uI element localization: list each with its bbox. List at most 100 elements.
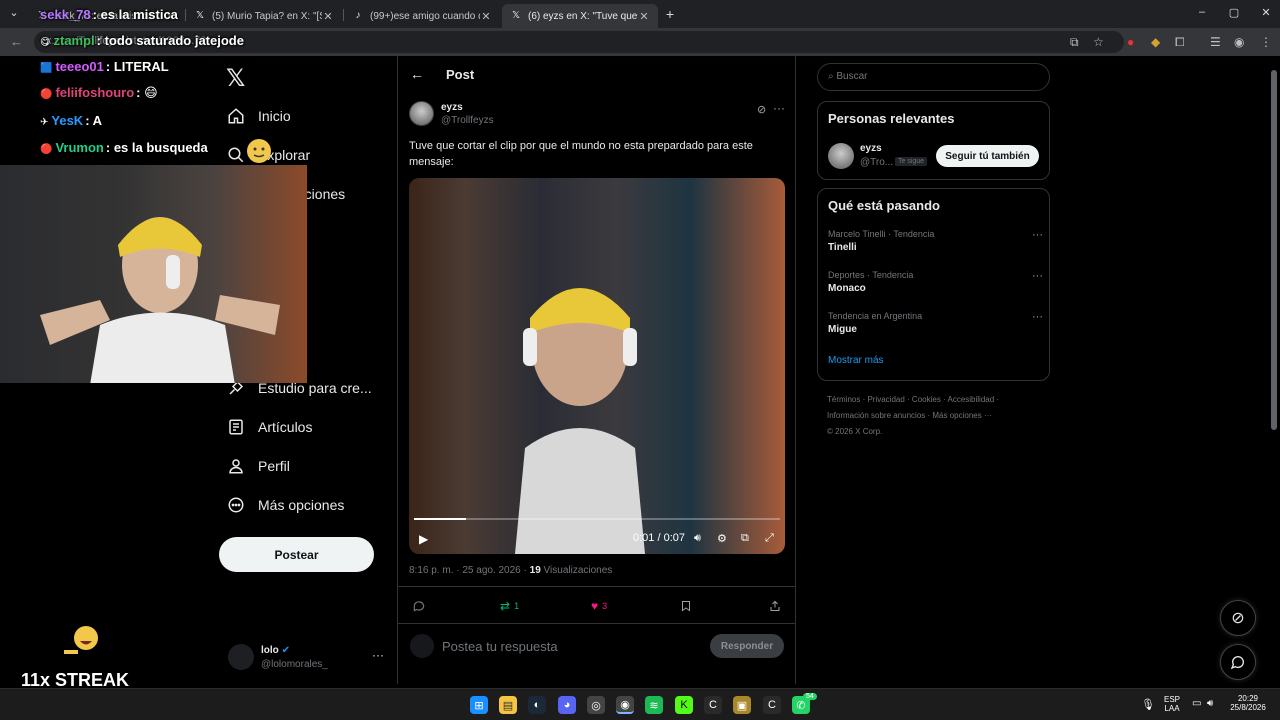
nav-home[interactable]: Inicio [226,103,291,129]
reply-icon [413,601,425,612]
app-c-icon[interactable]: C [763,696,781,714]
author-handle[interactable]: @Trollfeyzs [441,115,494,126]
volume-icon[interactable]: 🔊︎ [1207,698,1213,709]
search-input[interactable]: ⌕ Buscar [817,63,1050,91]
bookmark-star-icon[interactable]: ☆ [1093,35,1104,49]
chat-message: ✈ YesK: A [40,113,103,128]
steam-icon[interactable]: ◐ [528,696,546,714]
relevant-user-name[interactable]: eyzs [860,143,882,154]
video-player[interactable]: ▶ 0:01 / 0:07 🔊︎ ⚙ ⧉ ⤢ [409,178,785,554]
profile-avatar-icon[interactable]: ◉ [1234,35,1244,49]
ccleaner-icon[interactable]: C [704,696,722,714]
tab-list-button[interactable]: ⌄ [2,6,26,19]
streamer-webcam [0,165,307,383]
install-app-icon[interactable]: ⧉ [1070,35,1079,50]
back-arrow-icon[interactable]: ← [410,66,424,82]
grok-icon[interactable]: ⊘ [757,103,766,116]
kick-icon[interactable]: K [675,696,693,714]
settings-gear-icon[interactable]: ⚙ [717,532,727,545]
reply-input[interactable]: Postea tu respuesta [442,639,558,654]
new-tab-button[interactable]: + [658,6,682,22]
views-count: 19 [529,565,541,576]
nav-profile[interactable]: Perfil [226,453,290,479]
chat-message: 😋 ztampl: todo saturado jatejode [40,33,244,48]
play-icon[interactable]: ▶ [419,532,428,546]
author-avatar[interactable] [409,101,434,126]
like-action[interactable]: ♥ 3 [591,599,607,613]
main-column: ← Post eyzs @Trollfeyzs ⊘ ··· Tuve que c… [397,56,796,684]
browser-menu-icon[interactable]: ⋮ [1260,35,1272,49]
chat-message: 🔴 feliifoshouro: 😄 [40,85,158,100]
discord-icon[interactable]: ◕ [558,696,576,714]
extension-red-icon[interactable]: ● [1127,35,1134,49]
page-title: Post [446,67,475,82]
video-progress-bar[interactable] [414,518,780,520]
trend-more-icon[interactable]: ··· [1032,229,1043,241]
tiktok-icon: ♪ [355,10,361,21]
trend-item[interactable]: Deportes · Tendencia Monaco ··· [828,270,1043,300]
x-logo-icon[interactable]: 𝕏 [226,64,245,93]
share-action[interactable] [769,599,781,613]
tab-4-active[interactable]: 𝕏 (6) eyzs en X: "Tuve que cortar el ✕ [502,4,658,28]
relevant-user-handle[interactable]: @Tro... [860,157,893,168]
trend-more-icon[interactable]: ··· [1032,311,1043,323]
tab-2[interactable]: 𝕏 (5) Murio Tapia? en X: "[SERIO] ✕ [186,4,342,28]
account-switcher[interactable]: lolo ✔ @lolomorales_ ··· [228,642,388,676]
relevant-people-panel: Personas relevantes eyzs @Tro... Te sigu… [817,101,1050,180]
follow-button[interactable]: Seguir tú también [936,145,1039,167]
avatar[interactable] [828,143,854,169]
chrome-icon[interactable]: ◉ [616,696,634,714]
spotify-icon[interactable]: ≋ [645,696,663,714]
nav-articles[interactable]: Artículos [226,414,312,440]
grok-float-button[interactable]: ⊘ [1220,600,1256,636]
fullscreen-icon[interactable]: ⤢ [765,532,774,545]
trend-item[interactable]: Tendencia en Argentina Migue ··· [828,311,1043,341]
windows-taskbar: ⊞ ▤ ◐ ◕ ◎ ◉ ≋ K C ▣ C ✆ 54 🎙︎ ESP LAA ▭ … [0,688,1280,720]
post-more-icon[interactable]: ··· [773,101,785,115]
chat-bubble-icon [1230,656,1244,670]
file-explorer-icon[interactable]: ▤ [499,696,517,714]
pip-icon[interactable]: ⧉ [741,532,749,545]
tab-3[interactable]: ♪ (99+)ese amigo cuando quiere ✕ [344,4,500,28]
close-tab-icon[interactable]: ✕ [480,10,492,23]
show-more-link[interactable]: Mostrar más [828,355,884,366]
x-logo-icon: 𝕏 [195,10,205,21]
author-name[interactable]: eyzs [441,102,463,113]
reply-action[interactable] [412,599,430,613]
account-handle: @lolomorales_ [261,659,328,670]
clock[interactable]: 20:29 25/8/2026 [1228,694,1268,712]
close-tab-icon[interactable]: ✕ [638,10,650,23]
volume-icon[interactable]: 🔊︎ [694,532,701,545]
microphone-icon[interactable]: 🎙︎ [1141,698,1155,711]
app-icon[interactable]: ▣ [733,696,751,714]
bookmark-action[interactable] [680,599,692,613]
extension-yellow-icon[interactable]: ◆ [1151,35,1160,49]
reply-composer: Postea tu respuesta Responder [398,624,796,668]
nav-more-options[interactable]: Más opciones [226,492,344,518]
trend-item[interactable]: Marcelo Tinelli · Tendencia Tinelli ··· [828,229,1043,259]
panel-title: Qué está pasando [828,198,940,213]
reading-list-icon[interactable]: ☰ [1210,35,1221,49]
repost-action[interactable]: ⇄ 1 [500,599,519,613]
language-indicator[interactable]: ESP LAA [1164,695,1180,713]
post-timestamp[interactable]: 8:16 p. m. · 25 ago. 2026 · [409,565,530,576]
messages-float-button[interactable] [1220,644,1256,680]
reply-button[interactable]: Responder [710,634,784,658]
network-icon[interactable]: ▭ [1192,698,1201,709]
badge-icon: 🔴 [40,89,53,100]
close-tab-icon[interactable]: ✕ [322,10,334,23]
emote-icon: 😄 [144,85,158,100]
start-windows-icon[interactable]: ⊞ [470,696,488,714]
obs-icon[interactable]: ◎ [587,696,605,714]
maximize-button[interactable]: ▢ [1222,6,1246,19]
trend-more-icon[interactable]: ··· [1032,270,1043,282]
minimize-button[interactable]: – [1190,6,1214,18]
back-arrow-icon[interactable]: ← [10,34,23,49]
profile-icon [226,456,246,476]
extensions-puzzle-icon[interactable]: ⧠ [1175,35,1185,50]
close-window-button[interactable]: ✕ [1254,6,1278,19]
more-circle-icon [226,495,246,515]
scrollbar[interactable] [1270,58,1278,684]
post-button[interactable]: Postear [219,537,374,572]
account-more-icon[interactable]: ··· [372,648,384,662]
